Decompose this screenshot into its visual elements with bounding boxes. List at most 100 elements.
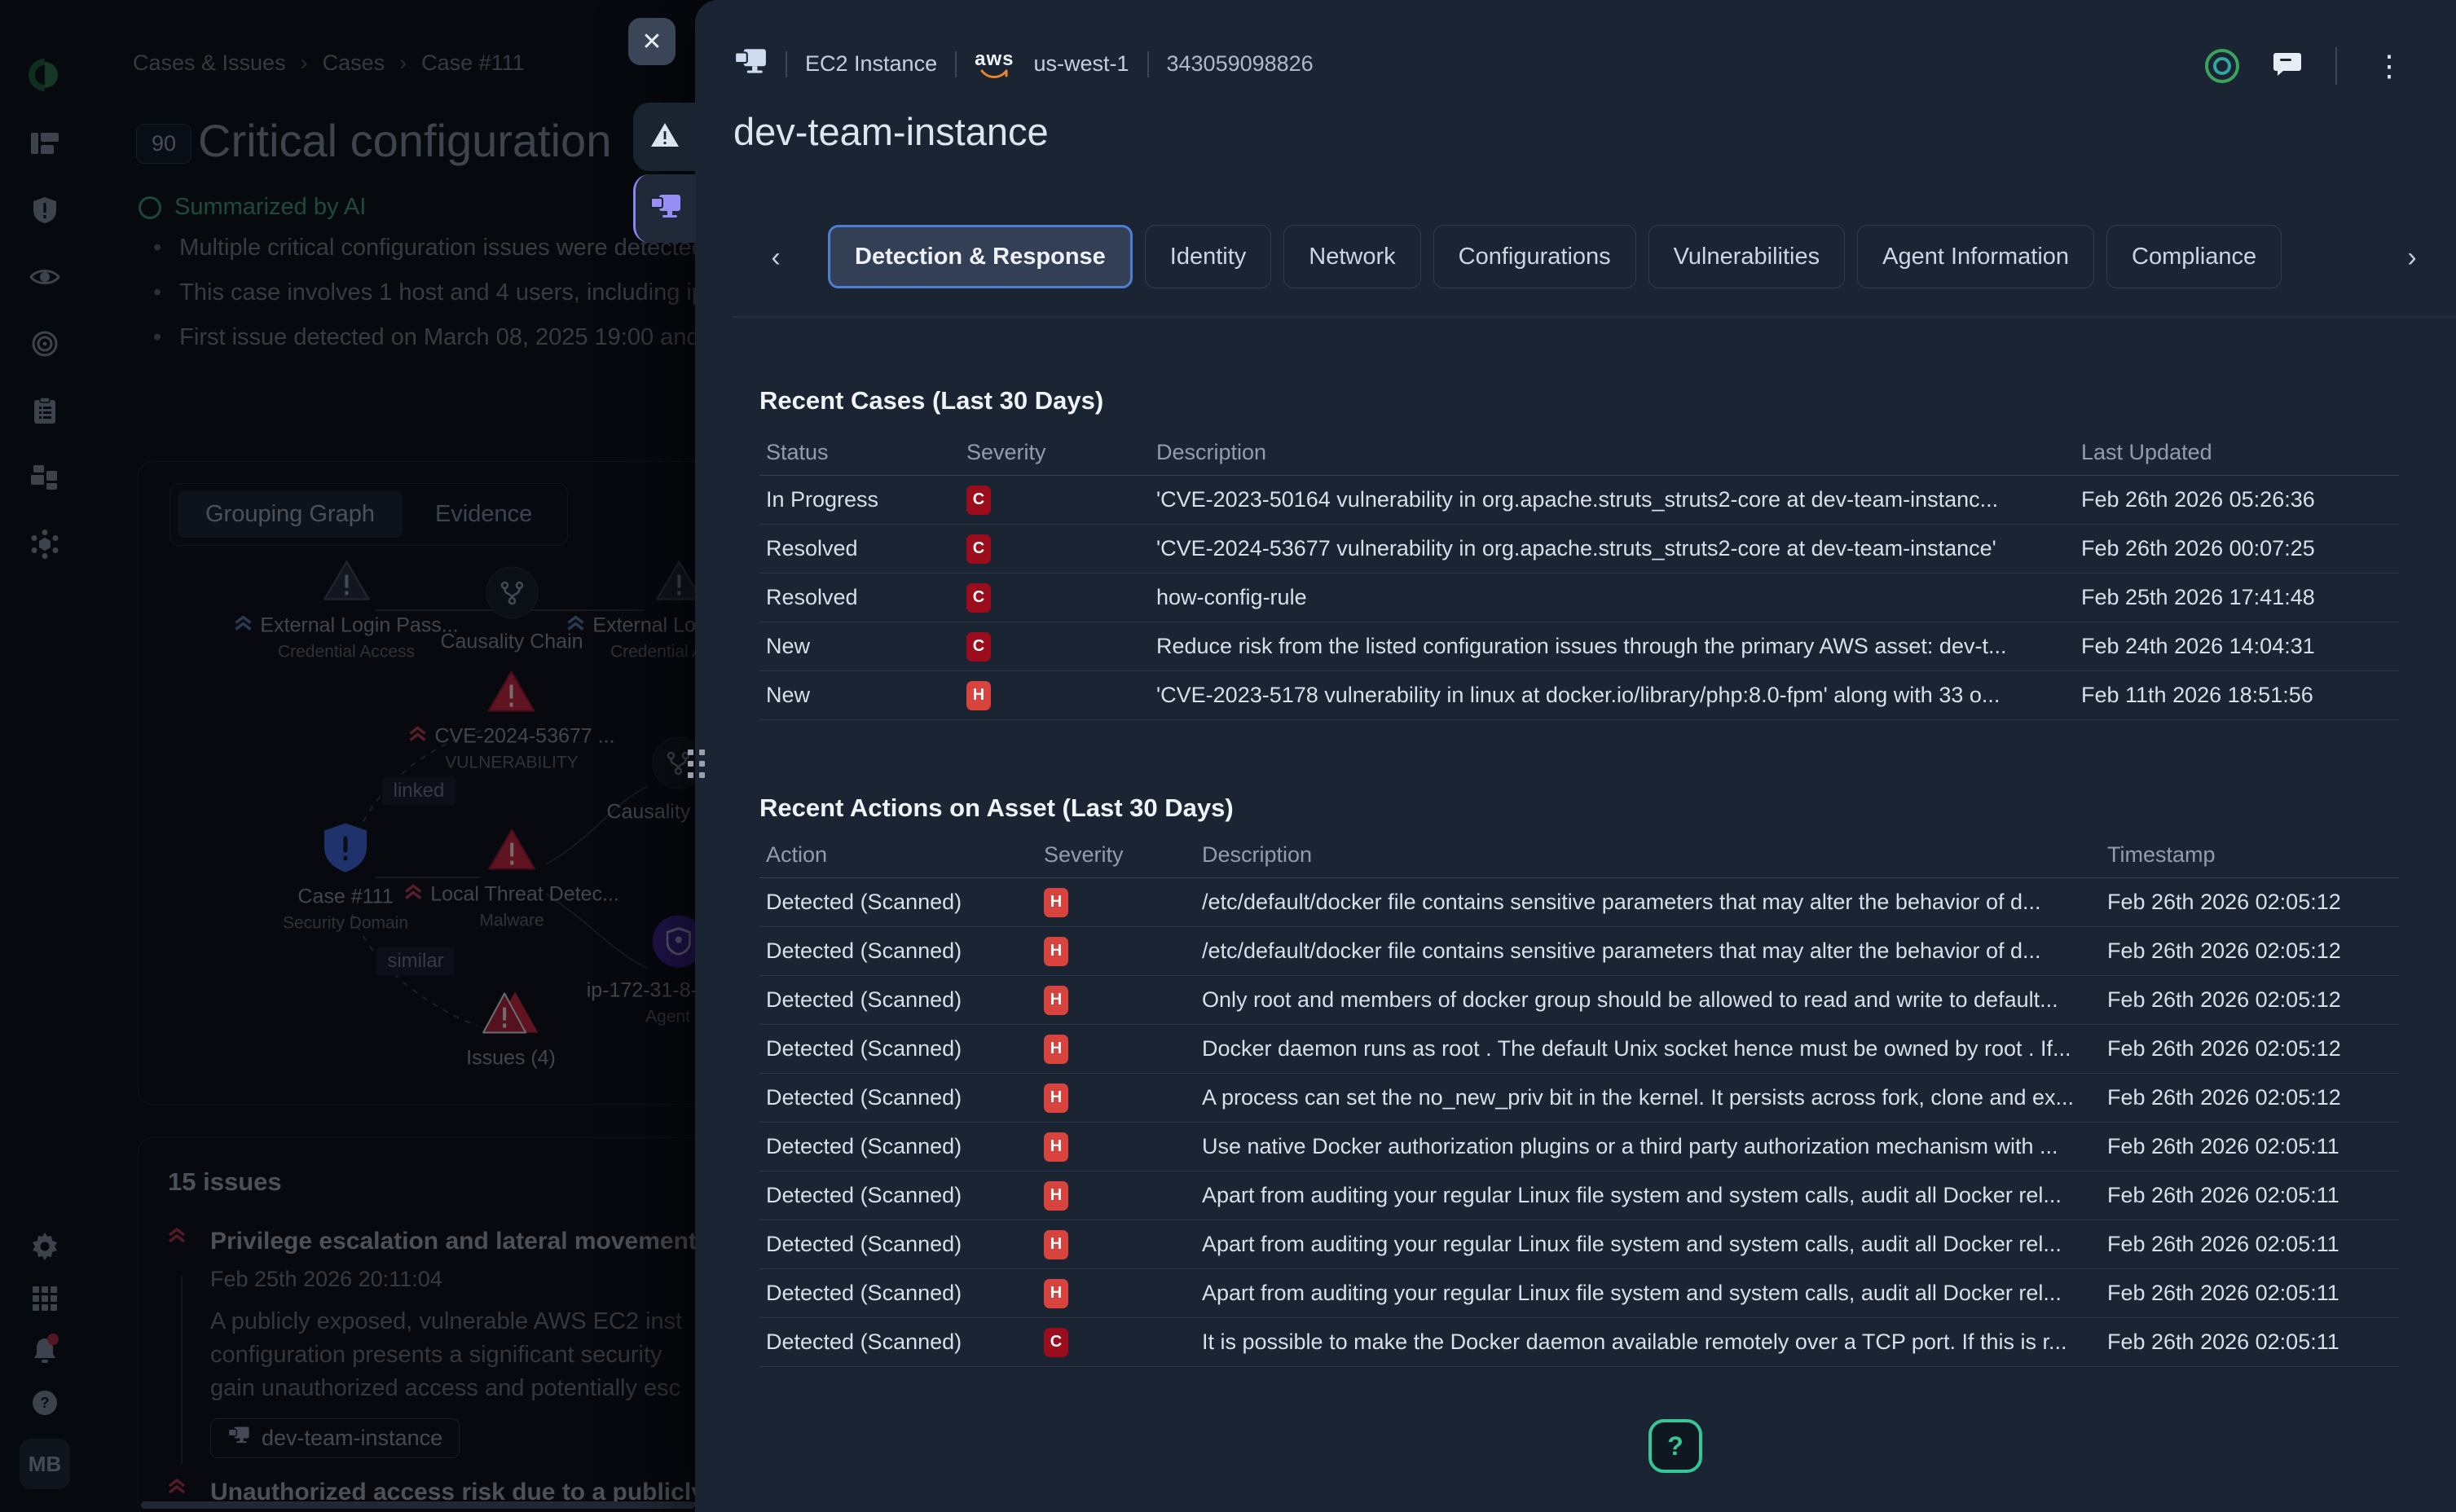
severity-badge-high: H	[1044, 888, 1068, 917]
scope-rings-icon[interactable]	[2205, 49, 2239, 83]
kebab-menu-icon[interactable]: ⋮	[2370, 51, 2409, 81]
severity-badge-high: H	[1044, 937, 1068, 966]
table-row[interactable]: Detected (Scanned)CIt is possible to mak…	[759, 1318, 2399, 1367]
column-header: Last Updated	[2075, 440, 2399, 465]
table-row[interactable]: NewH'CVE-2023-5178 vulnerability in linu…	[759, 671, 2399, 720]
column-header: Status	[759, 440, 960, 465]
timestamp-cell: Feb 26th 2026 02:05:11	[2101, 1183, 2399, 1208]
tabs-scroll-right-button[interactable]: ›	[2391, 231, 2433, 284]
last_updated-cell: Feb 26th 2026 05:26:36	[2075, 487, 2399, 512]
action-cell: Detected (Scanned)	[759, 1281, 1037, 1306]
action-cell: Detected (Scanned)	[759, 1134, 1037, 1159]
column-header: Action	[759, 842, 1037, 868]
table-row[interactable]: Detected (Scanned)HUse native Docker aut…	[759, 1123, 2399, 1171]
last_updated-cell: Feb 26th 2026 00:07:25	[2075, 536, 2399, 561]
description-cell: Apart from auditing your regular Linux f…	[1195, 1183, 2101, 1208]
recent-cases-title: Recent Cases (Last 30 Days)	[759, 386, 1103, 415]
table-row[interactable]: Detected (Scanned)HApart from auditing y…	[759, 1171, 2399, 1220]
severity-badge-critical: C	[966, 583, 991, 613]
severity-cell: C	[960, 534, 1150, 564]
tab-compliance[interactable]: Compliance	[2106, 225, 2282, 288]
column-header: Severity	[1037, 842, 1195, 868]
status-cell: Resolved	[759, 536, 960, 561]
timestamp-cell: Feb 26th 2026 02:05:11	[2101, 1281, 2399, 1306]
action-cell: Detected (Scanned)	[759, 1330, 1037, 1355]
asset-monitor-icon	[733, 47, 768, 81]
description-cell: Docker daemon runs as root . The default…	[1195, 1036, 2101, 1061]
severity-cell: C	[960, 582, 1150, 613]
recent-actions-title: Recent Actions on Asset (Last 30 Days)	[759, 793, 1234, 823]
timestamp-cell: Feb 26th 2026 02:05:12	[2101, 938, 2399, 964]
status-cell: New	[759, 634, 960, 659]
asset-detail-panel: EC2 Instance aws us-west-1 343059098826 …	[695, 0, 2456, 1512]
close-icon: ✕	[641, 28, 662, 56]
asset-account-id: 343059098826	[1167, 51, 1314, 77]
chat-icon[interactable]	[2272, 50, 2303, 83]
severity-cell: C	[960, 485, 1150, 515]
description-cell: Reduce risk from the listed configuratio…	[1150, 634, 2075, 659]
action-cell: Detected (Scanned)	[759, 987, 1037, 1013]
description-cell: /etc/default/docker file contains sensit…	[1195, 938, 2101, 964]
timestamp-cell: Feb 26th 2026 02:05:11	[2101, 1134, 2399, 1159]
tab-identity[interactable]: Identity	[1145, 225, 1272, 288]
action-cell: Detected (Scanned)	[759, 1036, 1037, 1061]
column-header: Timestamp	[2101, 842, 2399, 868]
timestamp-cell: Feb 26th 2026 02:05:11	[2101, 1232, 2399, 1257]
severity-badge-critical: C	[966, 534, 991, 564]
app-root: ? MB Cases & Issues›Cases›Case #111 90 C…	[0, 0, 2456, 1512]
tab-configurations[interactable]: Configurations	[1433, 225, 1636, 288]
table-row[interactable]: Detected (Scanned)HOnly root and members…	[759, 976, 2399, 1025]
asset-title: dev-team-instance	[733, 109, 1049, 154]
tabs-scroll-left-button[interactable]: ‹	[755, 231, 797, 284]
divider	[2335, 47, 2337, 85]
tab-network[interactable]: Network	[1283, 225, 1420, 288]
severity-cell: H	[1037, 985, 1195, 1015]
warning-triangle-icon	[649, 121, 681, 154]
description-cell: Only root and members of docker group sh…	[1195, 987, 2101, 1013]
status-cell: Resolved	[759, 585, 960, 610]
description-cell: Apart from auditing your regular Linux f…	[1195, 1232, 2101, 1257]
recent-cases-table: StatusSeverityDescriptionLast UpdatedIn …	[759, 430, 2399, 720]
description-cell: It is possible to make the Docker daemon…	[1195, 1330, 2101, 1355]
description-cell: 'CVE-2023-5178 vulnerability in linux at…	[1150, 683, 2075, 708]
description-cell: /etc/default/docker file contains sensit…	[1195, 890, 2101, 915]
asset-monitor-icon	[649, 193, 682, 225]
last_updated-cell: Feb 25th 2026 17:41:48	[2075, 585, 2399, 610]
table-row[interactable]: ResolvedC 'CVE-2024-53677 vulnerability i…	[759, 525, 2399, 574]
timestamp-cell: Feb 26th 2026 02:05:12	[2101, 1036, 2399, 1061]
asset-region: us-west-1	[1033, 51, 1129, 77]
table-row[interactable]: NewC Reduce risk from the listed configur…	[759, 622, 2399, 671]
close-panel-button[interactable]: ✕	[628, 18, 676, 65]
severity-badge-critical: C	[966, 486, 991, 515]
help-button[interactable]: ?	[1648, 1419, 1702, 1473]
table-row[interactable]: Detected (Scanned) H/etc/default/docker f…	[759, 927, 2399, 976]
tab-agent-information[interactable]: Agent Information	[1857, 225, 2094, 288]
severity-badge-high: H	[1044, 1279, 1068, 1308]
severity-badge-high: H	[1044, 1083, 1068, 1113]
table-row[interactable]: Detected (Scanned)HDocker daemon runs as…	[759, 1025, 2399, 1074]
asset-meta-header: EC2 Instance aws us-west-1 343059098826	[733, 47, 1314, 81]
panel-rail-tab-alerts[interactable]	[633, 103, 696, 171]
tab-detection-response[interactable]: Detection & Response	[828, 225, 1133, 288]
severity-cell: H	[1037, 1034, 1195, 1064]
last_updated-cell: Feb 11th 2026 18:51:56	[2075, 683, 2399, 708]
column-header: Severity	[960, 440, 1150, 465]
timestamp-cell: Feb 26th 2026 02:05:12	[2101, 1085, 2399, 1110]
table-row[interactable]: Detected (Scanned)H/etc/default/docker f…	[759, 878, 2399, 927]
severity-badge-critical: C	[966, 632, 991, 662]
action-cell: Detected (Scanned)	[759, 1183, 1037, 1208]
severity-cell: H	[1037, 936, 1195, 966]
table-header-row: StatusSeverityDescriptionLast Updated	[759, 430, 2399, 476]
panel-rail-tab-asset[interactable]	[633, 174, 696, 243]
action-cell: Detected (Scanned)	[759, 938, 1037, 964]
severity-cell: H	[1037, 1083, 1195, 1113]
table-row[interactable]: Detected (Scanned)HApart from auditing y…	[759, 1220, 2399, 1269]
panel-resize-handle[interactable]	[688, 749, 705, 778]
description-cell: 'CVE-2023-50164 vulnerability in org.apa…	[1150, 487, 2075, 512]
tab-vulnerabilities[interactable]: Vulnerabilities	[1648, 225, 1845, 288]
table-row[interactable]: Detected (Scanned)HApart from auditing y…	[759, 1269, 2399, 1318]
table-row[interactable]: Detected (Scanned)HA process can set the…	[759, 1074, 2399, 1123]
table-row[interactable]: In ProgressC'CVE-2023-50164 vulnerabilit…	[759, 476, 2399, 525]
table-row[interactable]: ResolvedChow-config-ruleFeb 25th 2026 17…	[759, 574, 2399, 622]
description-cell: 'CVE-2024-53677 vulnerability in org.apa…	[1150, 536, 2075, 561]
